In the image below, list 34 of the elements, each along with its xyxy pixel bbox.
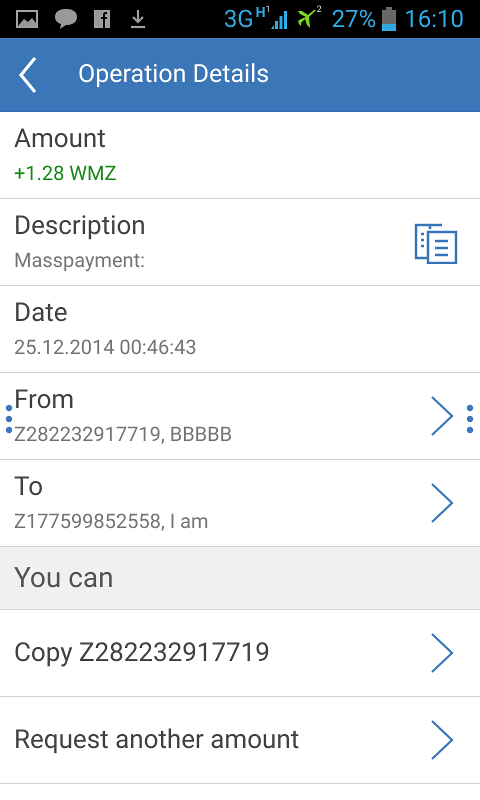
detail-value: Z282232917719, BBBBB bbox=[14, 421, 234, 448]
detail-value: +1.28 WMZ bbox=[14, 160, 118, 187]
detail-value: Masspayment: bbox=[14, 247, 146, 274]
image-icon bbox=[16, 10, 38, 28]
detail-value: 25.12.2014 00:46:43 bbox=[14, 334, 198, 361]
chevron-right-icon bbox=[430, 632, 454, 674]
sim-number: 1 bbox=[266, 6, 271, 15]
action-item[interactable]: Request another amount bbox=[0, 697, 480, 784]
signal-icon bbox=[270, 9, 287, 29]
selection-handle-icon[interactable] bbox=[5, 404, 13, 434]
chevron-right-icon bbox=[430, 719, 454, 761]
network-type: 3G bbox=[224, 7, 254, 31]
detail-row[interactable]: From Z282232917719, BBBBB bbox=[0, 373, 480, 460]
selection-handle-icon[interactable] bbox=[466, 404, 474, 434]
chat-bubble-icon bbox=[54, 8, 78, 30]
detail-value: Z177599852558, I am bbox=[14, 508, 210, 535]
detail-label: Date bbox=[14, 297, 68, 330]
download-icon bbox=[130, 9, 146, 29]
facebook-icon bbox=[94, 10, 110, 28]
detail-label: Amount bbox=[14, 123, 107, 156]
chevron-right-icon bbox=[430, 482, 454, 524]
clock: 16:10 bbox=[404, 7, 464, 31]
battery-percent: 27% bbox=[332, 7, 376, 31]
battery-icon bbox=[382, 7, 396, 31]
section-title: You can bbox=[14, 560, 114, 596]
action-item[interactable]: Copy Z282232917719 bbox=[0, 610, 480, 697]
sim-number: 2 bbox=[316, 6, 322, 15]
detail-label: From bbox=[14, 384, 76, 417]
airplane-icon bbox=[296, 9, 317, 29]
detail-label: To bbox=[14, 471, 44, 504]
network-mode: H bbox=[256, 6, 266, 20]
screen-title: Operation Details bbox=[78, 59, 270, 92]
chevron-right-icon bbox=[430, 395, 454, 437]
detail-label: Description bbox=[14, 210, 147, 243]
